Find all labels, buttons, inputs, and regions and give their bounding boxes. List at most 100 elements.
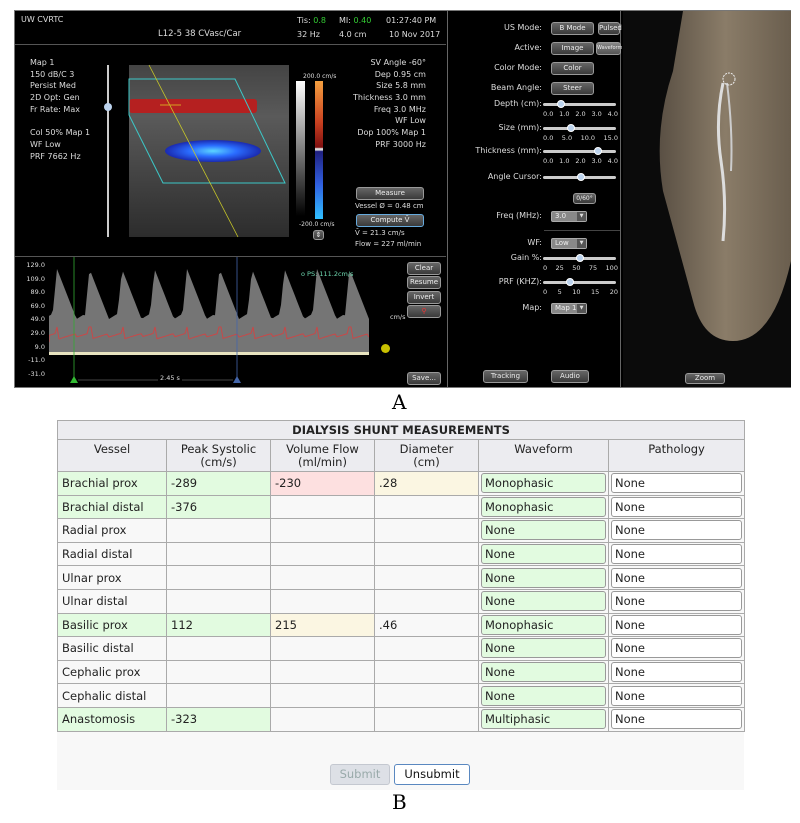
steer-button[interactable]: Steer <box>551 82 594 95</box>
peak-systolic-cell[interactable] <box>166 659 271 685</box>
resume-button[interactable]: Resume <box>407 276 441 289</box>
volume-flow-cell[interactable] <box>270 683 375 708</box>
tracking-button[interactable]: Tracking <box>483 370 528 383</box>
slider-track[interactable] <box>543 100 616 108</box>
marker-button[interactable]: ⚲ <box>407 305 441 318</box>
slider-handle[interactable] <box>557 100 566 108</box>
peak-systolic-cell[interactable]: 112 <box>166 612 271 638</box>
depth-gain-slider[interactable] <box>104 65 112 237</box>
waveform-select[interactable]: None <box>481 685 606 706</box>
pathology-select[interactable]: None <box>611 496 743 517</box>
peak-systolic-cell[interactable] <box>166 636 271 661</box>
diameter-cell[interactable] <box>374 588 479 614</box>
peak-systolic-cell[interactable] <box>166 683 271 708</box>
color-button[interactable]: Color <box>551 62 594 75</box>
peak-systolic-cell[interactable] <box>166 518 271 543</box>
volume-flow-cell[interactable] <box>270 706 375 732</box>
slider-handle[interactable] <box>566 278 575 286</box>
pathology-select[interactable]: None <box>611 662 743 683</box>
angle-preset-button[interactable]: 0/60° <box>573 193 596 204</box>
measure-button[interactable]: Measure <box>356 187 424 200</box>
pulsed-button[interactable]: Pulsed <box>598 22 622 35</box>
peak-systolic-cell[interactable]: -323 <box>166 706 271 732</box>
slider-handle[interactable] <box>104 103 112 111</box>
waveform-select[interactable]: None <box>481 520 606 541</box>
volume-flow-cell[interactable]: 215 <box>270 612 375 638</box>
invert-button[interactable]: Invert <box>407 291 441 304</box>
diameter-cell[interactable] <box>374 494 479 520</box>
save-button[interactable]: Save... <box>407 372 441 385</box>
pathology-cell: None <box>607 683 746 708</box>
map-select[interactable]: Map 1 ▼ <box>551 303 587 314</box>
pathology-select[interactable]: None <box>611 709 743 730</box>
start-caliper-handle <box>70 376 78 383</box>
waveform-select[interactable]: None <box>481 544 606 565</box>
pathology-select[interactable]: None <box>611 567 743 588</box>
volume-flow-cell[interactable] <box>270 494 375 520</box>
waveform-select[interactable]: None <box>481 591 606 612</box>
slider-handle[interactable] <box>575 254 584 262</box>
diameter-cell[interactable] <box>374 659 479 685</box>
diameter-cell[interactable] <box>374 706 479 732</box>
volume-flow-cell[interactable] <box>270 541 375 567</box>
volume-flow-cell[interactable] <box>270 636 375 661</box>
tick-label: 1.0 <box>559 157 570 165</box>
diameter-cell[interactable]: .28 <box>374 471 479 496</box>
y-tick-label: -11.0 <box>28 356 45 365</box>
compute-button[interactable]: Compute V̄ <box>356 214 424 227</box>
audio-button[interactable]: Audio <box>551 370 589 383</box>
unsubmit-button[interactable]: Unsubmit <box>394 764 470 785</box>
peak-systolic-cell[interactable]: -289 <box>166 471 271 496</box>
diameter-cell[interactable] <box>374 683 479 708</box>
wf-select[interactable]: Low ▼ <box>551 238 587 249</box>
pathology-select[interactable]: None <box>611 591 743 612</box>
peak-systolic-cell[interactable] <box>166 541 271 567</box>
clear-button[interactable]: Clear <box>407 262 441 275</box>
zoom-button[interactable]: Zoom <box>685 373 725 384</box>
bmode-button[interactable]: B Mode <box>551 22 594 35</box>
waveform-select[interactable]: None <box>481 567 606 588</box>
pathology-select[interactable]: None <box>611 685 743 706</box>
waveform-select[interactable]: Monophasic <box>481 614 606 635</box>
pathology-select[interactable]: None <box>611 520 743 541</box>
volume-flow-cell[interactable]: -230 <box>270 471 375 496</box>
image-button[interactable]: Image <box>551 42 594 55</box>
slider-track[interactable] <box>543 254 616 262</box>
pathology-select[interactable]: None <box>611 544 743 565</box>
slider-handle[interactable] <box>593 147 602 155</box>
peak-systolic-cell[interactable]: -376 <box>166 494 271 520</box>
volume-flow-cell[interactable] <box>270 565 375 590</box>
peak-systolic-cell[interactable] <box>166 588 271 614</box>
waveform-select[interactable]: Monophasic <box>481 496 606 517</box>
bmode-image[interactable] <box>115 55 295 239</box>
waveform-select[interactable]: None <box>481 662 606 683</box>
diameter-cell[interactable] <box>374 541 479 567</box>
pathology-select[interactable]: None <box>611 473 743 494</box>
pathology-select[interactable]: None <box>611 638 743 659</box>
active-label: Active: <box>514 43 542 52</box>
slider-track[interactable] <box>543 278 616 286</box>
slider-track[interactable] <box>543 147 616 155</box>
slider-track[interactable] <box>543 173 616 181</box>
waveform-select[interactable]: Multiphasic <box>481 709 606 730</box>
waveform-button[interactable]: Waveform <box>596 42 622 55</box>
diameter-cell[interactable] <box>374 636 479 661</box>
freq-select[interactable]: 3.0 ▼ <box>551 211 587 222</box>
volume-flow-cell[interactable] <box>270 518 375 543</box>
slider-handle[interactable] <box>567 124 576 132</box>
slider-handle[interactable] <box>576 173 585 181</box>
diameter-cell[interactable]: .46 <box>374 612 479 638</box>
peak-systolic-cell[interactable] <box>166 565 271 590</box>
diameter-cell[interactable] <box>374 518 479 543</box>
pathology-select[interactable]: None <box>611 614 743 635</box>
arm-3d-view[interactable] <box>623 11 791 387</box>
slider-track[interactable] <box>543 124 616 132</box>
waveform-select[interactable]: Monophasic <box>481 473 606 494</box>
table-row: Brachial prox -289 -230.28 Monophasic None <box>57 471 746 496</box>
waveform-select[interactable]: None <box>481 638 606 659</box>
submit-button[interactable]: Submit <box>330 764 390 785</box>
diameter-cell[interactable] <box>374 565 479 590</box>
volume-flow-cell[interactable] <box>270 588 375 614</box>
invert-scale-icon[interactable]: ⇕ <box>313 230 324 240</box>
volume-flow-cell[interactable] <box>270 659 375 685</box>
